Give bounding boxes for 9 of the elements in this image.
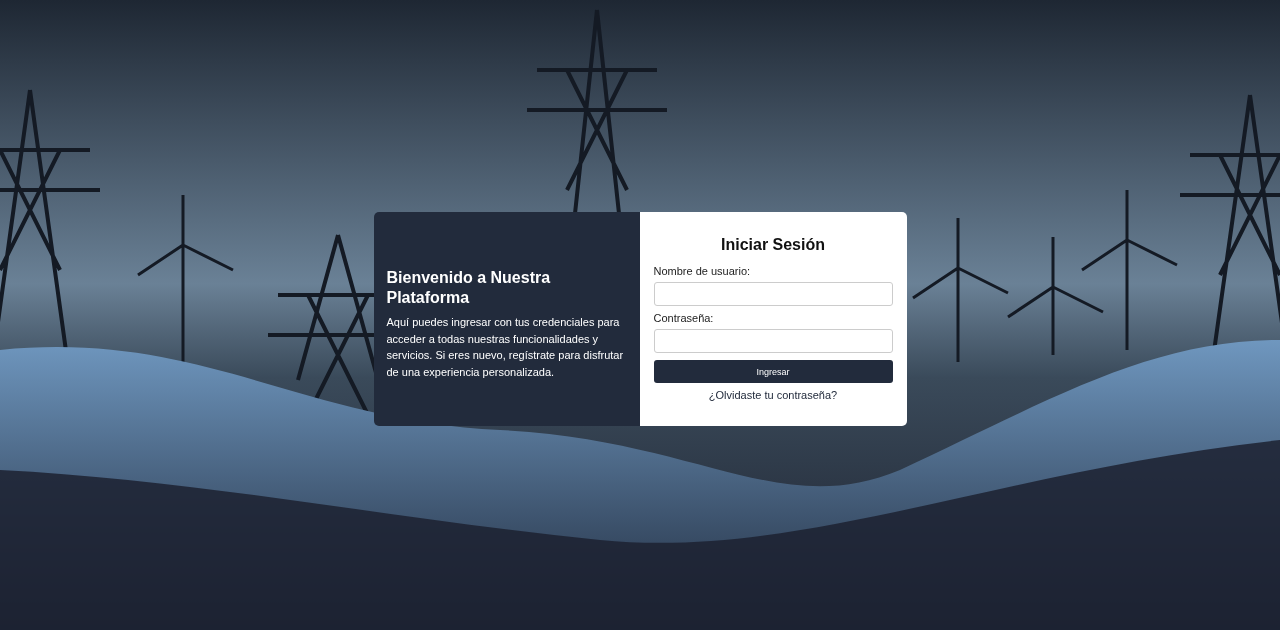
welcome-text: Aquí puedes ingresar con tus credenciales para acceder a todas nuestras funcionalidades y servicios. Si eres nuevo, regístrate para disfrutar de una experiencia personalizada. xyxy=(386,315,625,380)
login-title: Iniciar Sesión xyxy=(719,236,826,254)
welcome-title: Bienvenido a Nuestra Plataforma xyxy=(386,268,552,308)
input-field[interactable] xyxy=(653,282,893,306)
field-label: Contraseña: xyxy=(653,312,715,324)
field-label: Nombre de usuario: xyxy=(653,265,752,277)
forgot-password-link[interactable]: ¿Olvidaste tu contraseña? xyxy=(708,389,838,401)
login-button[interactable]: Ingresar xyxy=(653,360,893,383)
input-field[interactable] xyxy=(653,329,893,353)
